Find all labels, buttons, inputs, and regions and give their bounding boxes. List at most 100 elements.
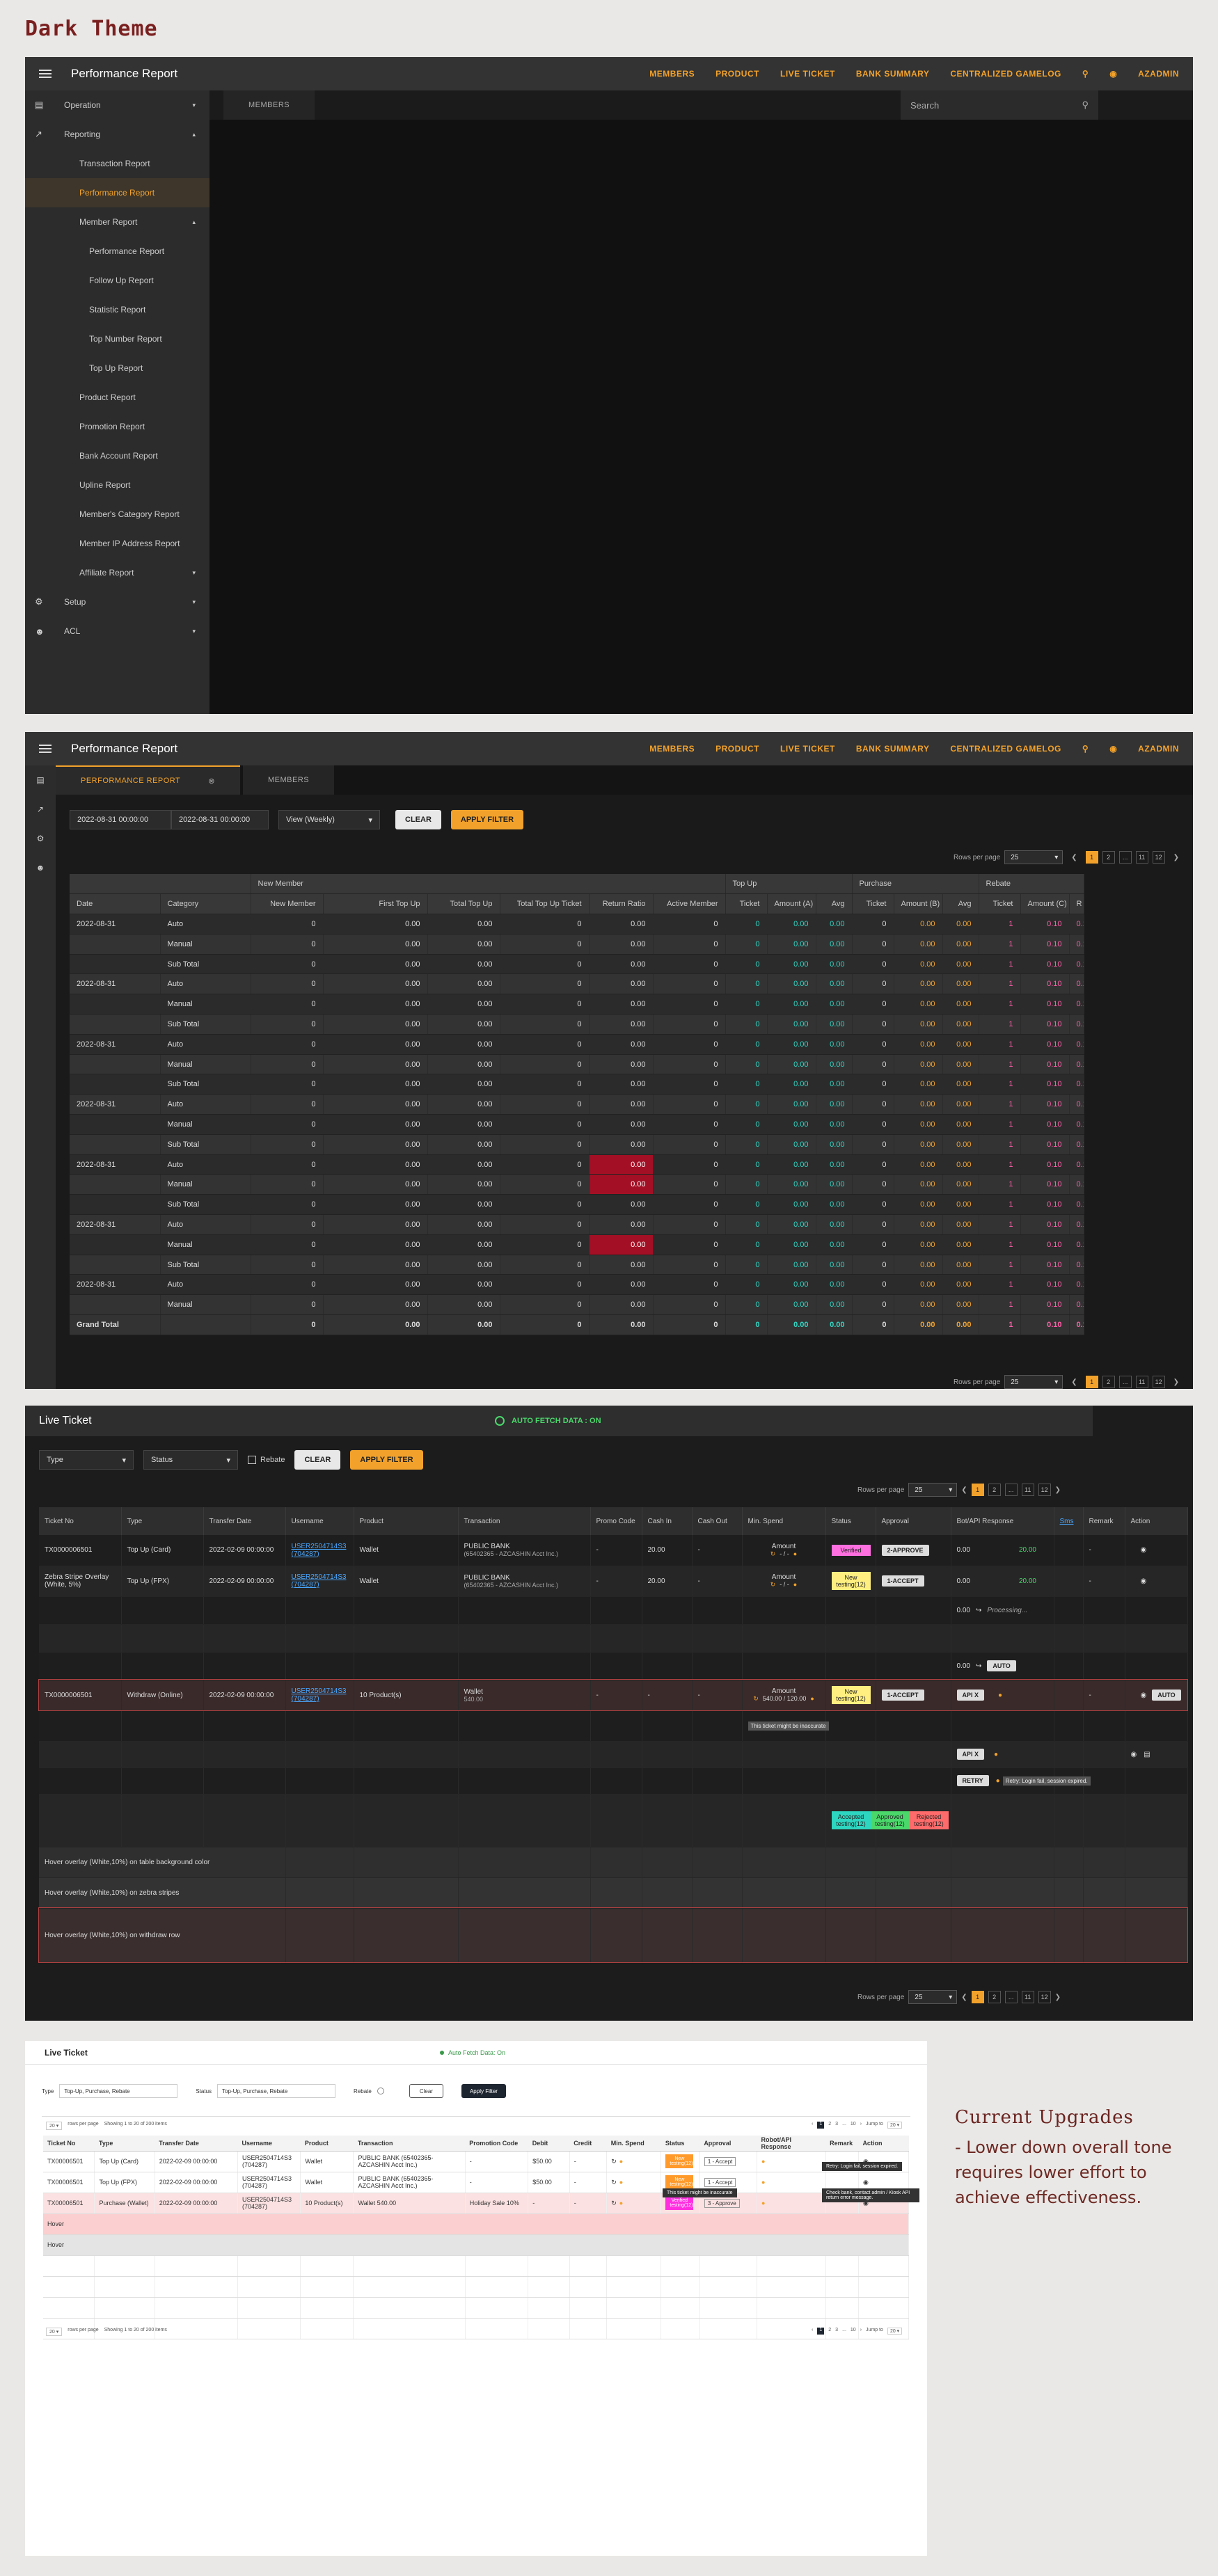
sidebar-item[interactable]: Affiliate Report ▾ <box>25 558 209 587</box>
refresh-icon[interactable]: ↻ <box>611 2200 617 2207</box>
hover-row[interactable]: Hover <box>43 2213 909 2235</box>
auto-button[interactable]: AUTO <box>1152 1689 1181 1701</box>
search-input[interactable]: Search <box>910 100 939 111</box>
search-icon[interactable]: ⚲ <box>1082 744 1089 754</box>
column-header[interactable]: Min. Spend <box>606 2136 661 2152</box>
column-header[interactable]: Debit <box>528 2136 570 2152</box>
refresh-icon[interactable]: ↻ <box>770 1581 776 1588</box>
sidebar-item[interactable]: Upline Report <box>25 470 209 500</box>
table-row[interactable]: Sub Total 0 0.00 0.00 0 0.00 0 0 0.00 0.00 0 0.00 0.… <box>70 1014 1084 1035</box>
sidebar-item[interactable]: Member IP Address Report <box>25 529 209 558</box>
column-header[interactable]: Total Top Up <box>427 893 500 915</box>
prev-page-icon[interactable]: ❮ <box>961 1994 967 2001</box>
briefcase-icon[interactable]: ▤ <box>25 765 56 795</box>
table-row[interactable]: 2022-08-31 Auto 0 0.00 0.00 0 0.00 0 0 0.00 0.00 0 0… <box>70 1034 1084 1055</box>
column-header[interactable]: Return Ratio <box>589 893 654 915</box>
column-header[interactable]: Ticket <box>725 893 768 915</box>
column-header[interactable]: Avg <box>816 893 853 915</box>
nav-user[interactable]: AZADMIN <box>1138 69 1179 79</box>
rows-per-page-select[interactable]: 25 ▾ <box>1004 850 1063 864</box>
column-header[interactable]: Ticket No <box>39 1507 122 1535</box>
page-1[interactable]: 1 <box>971 1484 984 1496</box>
view-icon[interactable]: ◉ <box>863 2179 869 2186</box>
sidebar-item[interactable]: Member Report ▴ <box>25 207 209 237</box>
table-row[interactable]: Zebra Stripe Overlay (White, 5%) Top Up (… <box>39 1566 1188 1597</box>
type-input[interactable]: Top-Up, Purchase, Rebate <box>59 2084 178 2098</box>
auto-button[interactable]: AUTO <box>987 1660 1016 1671</box>
column-header[interactable]: Ticket No <box>43 2136 95 2152</box>
date-from-input[interactable]: 2022-08-31 00:00:00 <box>70 810 171 829</box>
table-row[interactable]: Manual 0 0.00 0.00 0 0.00 0 0 0.00 0.00 0 0.00 0.00 1… <box>70 1234 1084 1255</box>
hover-row[interactable]: Hover <box>43 2234 909 2256</box>
column-header[interactable]: Avg <box>942 893 979 915</box>
table-row[interactable]: 2022-08-31 Auto 0 0.00 0.00 0 0.00 0 0 0.00 0.00 0 0… <box>70 1094 1084 1115</box>
refresh-icon[interactable]: ↻ <box>611 2158 617 2165</box>
hover-row[interactable]: Hover overlay (White,10%) on table backg… <box>39 1847 1188 1878</box>
username-link[interactable]: USER2504714S3 (704287) <box>292 1687 348 1703</box>
approval-select[interactable]: 3 - Approve <box>704 2199 740 2208</box>
column-header[interactable]: Action <box>858 2136 909 2152</box>
rows-per-page-select[interactable]: 25 ▾ <box>908 1990 958 2004</box>
view-icon[interactable]: ◉ <box>1131 1751 1137 1758</box>
prev-page-icon[interactable]: ❮ <box>1071 1378 1077 1386</box>
info-icon[interactable]: ● <box>793 1550 797 1557</box>
sidebar-item[interactable]: Top Number Report <box>25 324 209 353</box>
info-icon[interactable]: ● <box>793 1581 797 1588</box>
column-header[interactable]: Total Top Up Ticket <box>500 893 590 915</box>
table-row[interactable]: Sub Total 0 0.00 0.00 0 0.00 0 0 0.00 0.00 0 0.00 0.… <box>70 1074 1084 1095</box>
rows-per-page-select[interactable]: 25 ▾ <box>908 1483 958 1497</box>
view-icon[interactable]: ◉ <box>1141 1577 1147 1585</box>
column-header[interactable]: Cash Out <box>692 1507 743 1535</box>
column-header[interactable]: R <box>1069 893 1084 915</box>
nav-product[interactable]: PRODUCT <box>715 69 759 79</box>
page-10[interactable]: 10 <box>851 2122 856 2129</box>
column-header[interactable]: Cash In <box>642 1507 693 1535</box>
clear-button[interactable]: CLEAR <box>395 810 441 829</box>
table-row[interactable]: TX0000006501 Withdraw (Online) 2022-02-09 … <box>38 1679 1188 1711</box>
sidebar-item[interactable]: ☻ ACL ▾ <box>25 617 209 646</box>
next-page-icon[interactable]: ❯ <box>1055 1994 1061 2001</box>
page-12[interactable]: 12 <box>1038 1991 1051 2003</box>
column-header[interactable]: Amount (A) <box>767 893 816 915</box>
warning-icon[interactable]: ● <box>761 2200 765 2207</box>
column-header[interactable]: Category <box>160 893 251 915</box>
nav-bank-summary[interactable]: BANK SUMMARY <box>856 69 930 79</box>
nav-product[interactable]: PRODUCT <box>715 744 759 754</box>
approval-button[interactable]: 1-ACCEPT <box>881 1575 924 1587</box>
sidebar-item[interactable]: Follow Up Report <box>25 266 209 295</box>
page-2[interactable]: 2 <box>988 1484 1001 1496</box>
column-header[interactable]: Remark <box>825 2136 859 2152</box>
search-icon[interactable]: ⚲ <box>1082 69 1089 79</box>
jump-select[interactable]: 20 ▾ <box>887 2122 903 2129</box>
next-page-icon[interactable]: › <box>860 2328 862 2335</box>
page-2[interactable]: 2 <box>1102 1376 1115 1388</box>
table-row[interactable]: Manual 0 0.00 0.00 0 0.00 0 0 0.00 0.00 0 0.00 0.00 1… <box>70 1294 1084 1316</box>
refresh-icon[interactable]: ↻ <box>611 2179 617 2186</box>
table-row[interactable]: Manual 0 0.00 0.00 0 0.00 0 0 0.00 0.00 0 0.00 0.00 1… <box>70 934 1084 955</box>
sidebar-item[interactable]: Promotion Report <box>25 412 209 441</box>
column-header[interactable]: Active Member <box>653 893 726 915</box>
column-header[interactable]: Remark <box>1083 1507 1125 1535</box>
table-row[interactable]: Manual 0 0.00 0.00 0 0.00 0 0 0.00 0.00 0 0.00 0.00 1… <box>70 1114 1084 1135</box>
username-link[interactable]: USER2504714S3 (704287) <box>292 1543 348 1558</box>
info-icon[interactable]: ● <box>619 2158 623 2165</box>
table-row[interactable]: Sub Total 0 0.00 0.00 0 0.00 0 0 0.00 0.00 0 0.00 0.… <box>70 1255 1084 1275</box>
warning-icon[interactable]: ● <box>998 1692 1002 1699</box>
warning-icon[interactable]: ● <box>761 2179 765 2186</box>
column-header[interactable]: Status <box>825 1507 876 1535</box>
hamburger-icon[interactable] <box>39 742 52 755</box>
rebate-checkbox[interactable]: Rebate <box>248 1456 285 1464</box>
page-11[interactable]: 11 <box>1135 851 1148 864</box>
user-gear-icon[interactable]: ☻ <box>25 853 56 882</box>
table-row[interactable]: Manual 0 0.00 0.00 0 0.00 0 0 0.00 0.00 0 0.00 0.00 1… <box>70 1174 1084 1195</box>
sidebar-item[interactable]: ↗ Reporting ▴ <box>25 120 209 149</box>
table-row[interactable]: TX00006501 Top Up (Card) 2022-02-09 00:00:… <box>43 2151 910 2172</box>
info-icon[interactable]: ● <box>810 1695 814 1702</box>
table-row[interactable]: 2022-08-31 Auto 0 0.00 0.00 0 0.00 0 0 0.00 0.00 0 0… <box>70 1214 1084 1235</box>
rows-per-page-select[interactable]: 25 ▾ <box>1004 1375 1063 1389</box>
column-header[interactable]: Min. Spend <box>742 1507 826 1535</box>
column-header[interactable]: Promo Code <box>590 1507 642 1535</box>
api-button[interactable]: API X <box>956 1689 985 1701</box>
nav-centralized-gamelog[interactable]: CENTRALIZED GAMELOG <box>950 744 1061 754</box>
nav-user[interactable]: AZADMIN <box>1138 744 1179 754</box>
